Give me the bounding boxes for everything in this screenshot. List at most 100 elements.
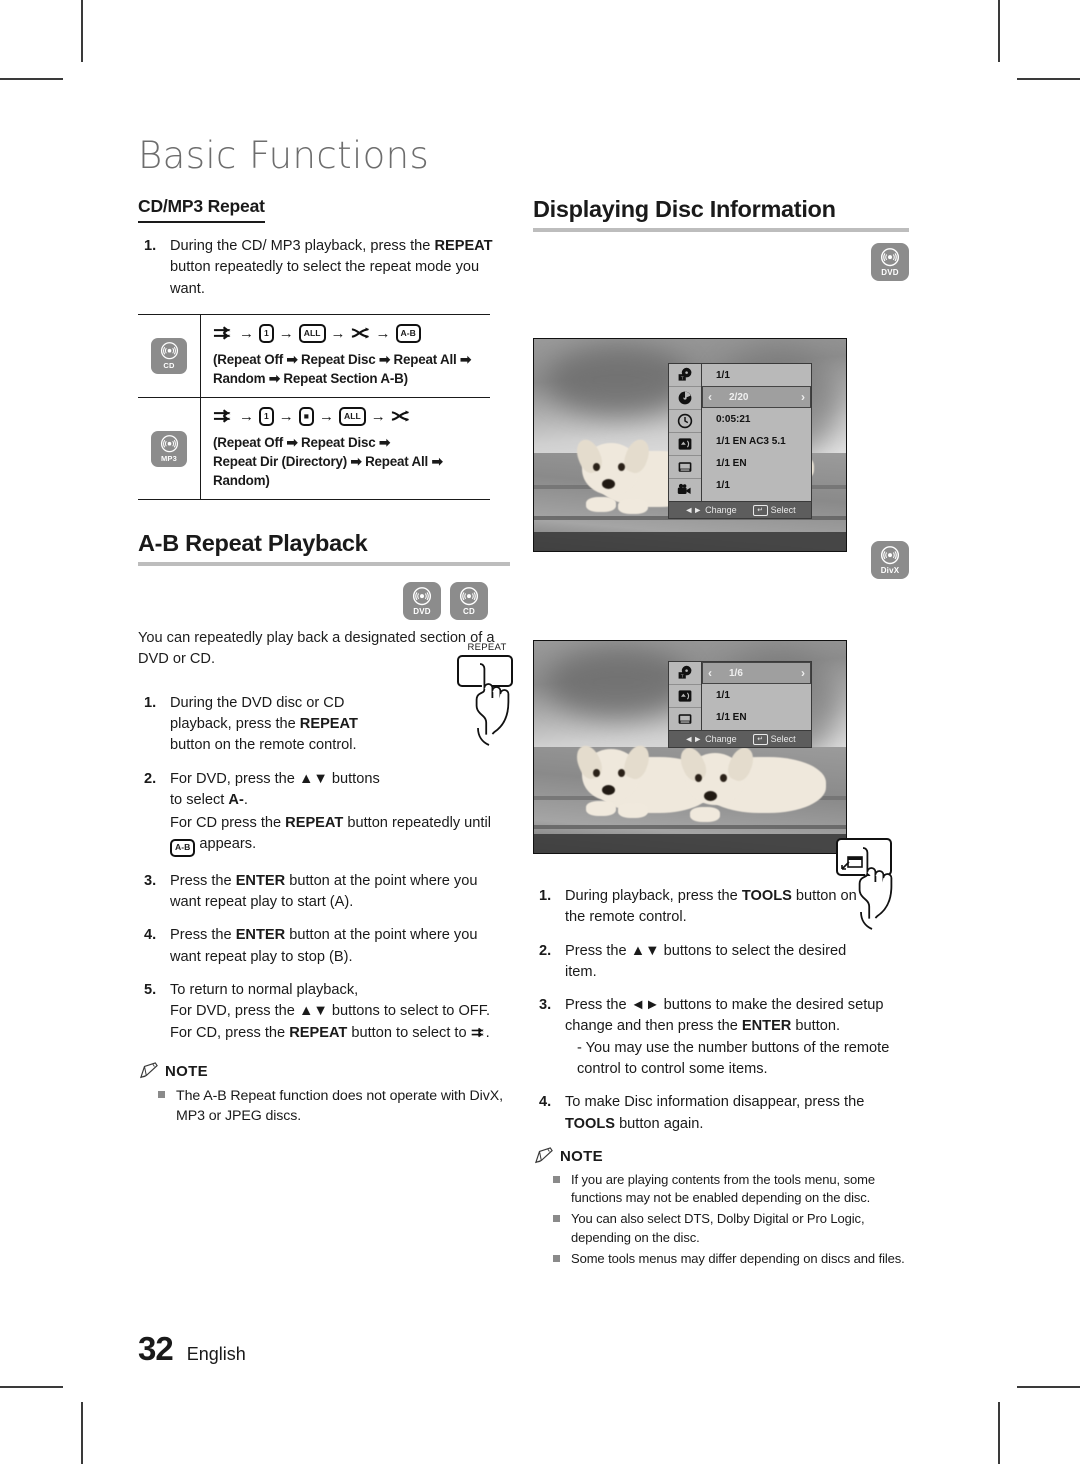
crop-mark-bottom-left-vertical — [81, 1402, 83, 1464]
chevron-right-icon[interactable]: › — [801, 390, 805, 404]
osd-footer-change: ◄► Change — [684, 734, 737, 744]
step-number: 1. — [144, 238, 157, 254]
osd-value-column: 1/1 ‹ 2/20 › 0:05:21 1/1 EN AC3 5.1 1/1 EN… — [702, 364, 811, 501]
disc-badge-row: DVD CD — [403, 582, 488, 621]
repeat-ab-icon: A-B — [170, 838, 196, 857]
list-item: 3. Press the ◄► buttons to make the desi… — [533, 995, 909, 1080]
step-number: 4. — [144, 927, 157, 944]
disc-icon — [459, 586, 479, 605]
osd-footer-select: ↵ Select — [752, 504, 796, 516]
osd-row-time[interactable]: 0:05:21 — [702, 408, 811, 430]
osd-row-angle[interactable]: 1/1 — [702, 474, 811, 496]
audio-icon[interactable] — [669, 433, 701, 456]
repeat-sequence-caption-line1: (Repeat Off ➡ Repeat Disc ➡ Repeat All ➡ — [213, 351, 472, 367]
screenshot-divx-disc-info: T ‹ 1/6 › 1/1 1/1 EN ◄► Change ↵ Select — [533, 640, 847, 854]
chevron-right-icon[interactable]: › — [801, 666, 805, 680]
step-sub-note: - You may use the number buttons of the … — [577, 1039, 890, 1078]
disc-badge-cell: CD — [138, 314, 201, 397]
arrow-icon: → — [330, 324, 346, 342]
subtitle-icon[interactable] — [669, 708, 701, 730]
osd-value: 1/6 — [729, 667, 743, 679]
page-title: Basic Functions — [138, 134, 430, 177]
step-number: 5. — [144, 981, 157, 998]
pointing-hand-icon — [475, 663, 510, 746]
repeat-mode-table: CD → 1 → ALL → → A-B (Repeat Off ➡ Repea… — [138, 313, 490, 501]
chevron-left-icon[interactable]: ‹ — [708, 390, 712, 404]
arrow-icon: → — [370, 407, 386, 425]
step-number: 3. — [144, 872, 157, 889]
step-number: 1. — [144, 694, 157, 711]
arrow-icon: → — [239, 407, 254, 425]
osd-row-audio[interactable]: 1/1 — [702, 684, 811, 706]
audio-icon[interactable] — [669, 685, 701, 708]
step-number: 2. — [144, 770, 157, 787]
list-item: 1. During the DVD disc or CD playback, p… — [144, 694, 358, 754]
section-heading-cd-mp3-repeat: CD/MP3 Repeat — [138, 196, 265, 223]
repeat-sequence-caption-line2: Repeat Dir (Directory) ➡ Repeat All ➡ Ra… — [213, 453, 443, 489]
puppy-eye — [618, 769, 625, 777]
puppy-nose — [602, 479, 615, 489]
page-footer: 32 English — [138, 1330, 246, 1368]
note-list: The A-B Repeat function does not operate… — [138, 1086, 510, 1127]
osd-row-title[interactable]: ‹ 1/6 › — [702, 662, 811, 684]
repeat-disc-icon: 1 — [259, 406, 274, 426]
screenshot-dvd-disc-info: T 1/1 ‹ 2/20 › 0:05:21 1/1 EN AC3 5.1 1/… — [533, 338, 847, 552]
title-icon[interactable]: T — [669, 364, 701, 387]
enter-key-icon: ↵ — [752, 504, 768, 516]
disc-badge-cell: MP3 — [138, 397, 201, 500]
crop-mark-top-left-vertical — [81, 0, 83, 62]
repeat-ab-icon: A-B — [395, 323, 421, 343]
disc-badge-dvd: DVD — [871, 243, 909, 281]
list-item: 2. Press the ▲▼ buttons to select the de… — [539, 942, 847, 980]
pencil-icon — [534, 1147, 553, 1164]
page-language: English — [186, 1344, 246, 1364]
puppy-paw — [690, 807, 720, 822]
title-icon[interactable]: T — [669, 662, 701, 685]
osd-row-title[interactable]: 1/1 — [702, 364, 811, 386]
note-header: NOTE — [533, 1147, 909, 1165]
puppy-eye-right — [618, 463, 625, 471]
repeat-all-icon: ALL — [338, 406, 366, 426]
repeat-sequence-cell: → 1 → ALL → → A-B (Repeat Off ➡ Repeat D… — [201, 315, 490, 397]
arrow-icon: → — [239, 324, 254, 342]
note-label: NOTE — [165, 1062, 208, 1080]
angle-icon[interactable] — [669, 479, 701, 501]
step-number: 3. — [539, 997, 552, 1014]
deck-seam — [534, 825, 846, 830]
repeat-sequence-cell: → 1 → ■ → ALL → (Repeat Off ➡ Repeat Dis… — [201, 398, 490, 499]
puppy-eye — [720, 774, 727, 782]
disc-icon — [412, 586, 432, 605]
subtitle-icon[interactable] — [669, 456, 701, 479]
osd-row-subtitle[interactable]: 1/1 EN — [702, 706, 811, 728]
cd-mp3-repeat-steps: 1. During the CD/ MP3 playback, press th… — [138, 236, 510, 300]
osd-icon-column: T — [669, 662, 702, 730]
osd-value-column: ‹ 1/6 › 1/1 1/1 EN — [702, 662, 811, 730]
osd-row-subtitle[interactable]: 1/1 EN — [702, 452, 811, 474]
chapter-icon[interactable] — [669, 387, 701, 410]
puppy-paw — [586, 801, 616, 816]
list-item: You can also select DTS, Dolby Digital o… — [551, 1210, 909, 1246]
page-number: 32 — [138, 1330, 174, 1367]
right-column: Displaying Disc Information DVD T 1/1 ‹ … — [533, 196, 909, 1271]
remote-repeat-button-illustration: REPEAT — [454, 642, 520, 746]
list-item: 5. To return to normal playback, For DVD… — [144, 981, 491, 1041]
osd-row-chapter[interactable]: ‹ 2/20 › — [702, 386, 811, 408]
list-item: If you are playing contents from the too… — [551, 1171, 909, 1207]
chevron-left-icon[interactable]: ‹ — [708, 666, 712, 680]
list-item: For CD press the REPEAT button repeatedl… — [138, 813, 510, 857]
section-heading-a-b-repeat: A-B Repeat Playback — [138, 530, 368, 557]
puppy-eye — [695, 774, 702, 782]
photo-bottom-band — [534, 833, 846, 853]
repeat-off-icon — [471, 1027, 484, 1037]
puppy-nose — [704, 791, 717, 801]
section-a-b-repeat: A-B Repeat Playback DVD CD You can repea… — [138, 530, 513, 1127]
disc-icon — [160, 434, 178, 453]
osd-value: 1/1 — [716, 369, 730, 381]
repeat-off-icon — [213, 409, 231, 424]
repeat-sequence-caption-line2: Random ➡ Repeat Section A-B) — [213, 370, 408, 386]
osd-footer: ◄► Change ↵ Select — [669, 501, 811, 518]
osd-row-audio[interactable]: 1/1 EN AC3 5.1 — [702, 430, 811, 452]
list-item: 4. To make Disc information disappear, p… — [539, 1094, 865, 1132]
time-icon[interactable] — [669, 410, 701, 433]
crop-mark-bottom-right-horizontal — [1017, 1386, 1080, 1388]
